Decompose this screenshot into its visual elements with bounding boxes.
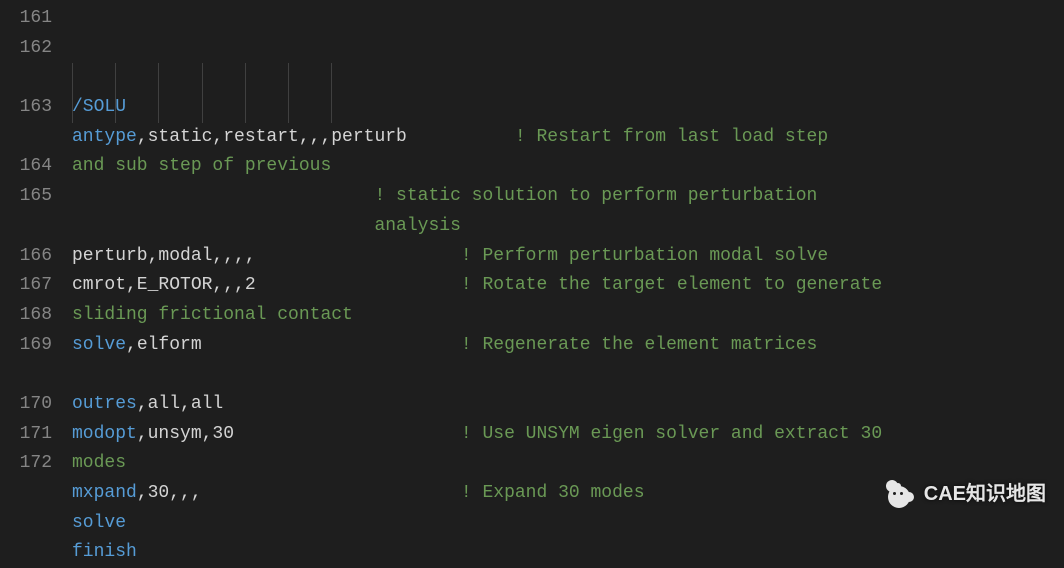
token-comment: ! Expand 30 modes <box>461 483 645 503</box>
token-keyword: finish <box>72 542 137 562</box>
code-line[interactable]: finish <box>72 538 1064 568</box>
line-number: 171 <box>0 420 52 450</box>
token-plain: ,30,,, <box>137 483 461 503</box>
token-comment: sliding frictional contact <box>72 305 353 325</box>
code-line[interactable]: analysis <box>72 212 1064 242</box>
line-number-gutter: 161162.163.164165.166167168169.170171172 <box>0 4 72 568</box>
token-keyword: outres <box>72 394 137 414</box>
line-number: 165 <box>0 182 52 212</box>
token-keyword: solve <box>72 513 126 533</box>
code-line[interactable]: cmrot,E_ROTOR,,,2 ! Rotate the target el… <box>72 271 1064 301</box>
line-number: 167 <box>0 271 52 301</box>
watermark: CAE知识地图 <box>886 478 1046 511</box>
token-comment: ! Use UNSYM eigen solver and extract 30 <box>461 424 893 444</box>
code-line[interactable]: modes <box>72 449 1064 479</box>
token-keyword: antype <box>72 127 137 147</box>
line-number: 164 <box>0 152 52 182</box>
token-keyword: /SOLU <box>72 97 126 117</box>
token-plain <box>72 216 374 236</box>
watermark-text: CAE知识地图 <box>924 478 1046 511</box>
code-line[interactable]: and sub step of previous <box>72 152 1064 182</box>
token-comment: analysis <box>374 216 460 236</box>
token-comment: ! Rotate the target element to generate <box>461 275 893 295</box>
token-plain: ,unsym,30 <box>137 424 461 444</box>
code-line[interactable]: ! static solution to perform perturbatio… <box>72 182 1064 212</box>
line-number: 166 <box>0 242 52 272</box>
line-number: 168 <box>0 301 52 331</box>
token-plain: perturb,modal,,,, <box>72 246 461 266</box>
code-line[interactable]: /SOLU <box>72 93 1064 123</box>
token-comment: ! Perform perturbation modal solve <box>461 246 828 266</box>
line-number: 161 <box>0 4 52 34</box>
wechat-icon <box>886 480 916 510</box>
line-number: 169 <box>0 331 52 361</box>
token-comment: ! Regenerate the element matrices <box>461 335 817 355</box>
code-line[interactable]: solve <box>72 509 1064 539</box>
token-plain <box>72 186 374 206</box>
token-plain: ,static,restart,,,perturb <box>137 127 515 147</box>
token-comment: ! Restart from last load step <box>515 127 839 147</box>
code-line[interactable]: antype,static,restart,,,perturb ! Restar… <box>72 123 1064 153</box>
line-number: 163 <box>0 93 52 123</box>
token-plain: cmrot,E_ROTOR,,,2 <box>72 275 461 295</box>
line-number: 162 <box>0 34 52 64</box>
line-number: 170 <box>0 390 52 420</box>
code-line[interactable] <box>72 360 1064 390</box>
code-line[interactable]: modopt,unsym,30 ! Use UNSYM eigen solver… <box>72 420 1064 450</box>
token-comment: and sub step of previous <box>72 156 331 176</box>
code-line[interactable]: solve,elform ! Regenerate the element ma… <box>72 331 1064 361</box>
token-plain: ,elform <box>126 335 461 355</box>
code-line[interactable]: perturb,modal,,,, ! Perform perturbation… <box>72 242 1064 272</box>
line-number: 172 <box>0 449 52 479</box>
code-line[interactable]: outres,all,all <box>72 390 1064 420</box>
token-comment: modes <box>72 453 126 473</box>
code-line[interactable]: sliding frictional contact <box>72 301 1064 331</box>
token-plain: ,all,all <box>137 394 223 414</box>
token-keyword: mxpand <box>72 483 137 503</box>
token-keyword: solve <box>72 335 126 355</box>
token-comment: ! static solution to perform perturbatio… <box>374 186 828 206</box>
token-keyword: modopt <box>72 424 137 444</box>
